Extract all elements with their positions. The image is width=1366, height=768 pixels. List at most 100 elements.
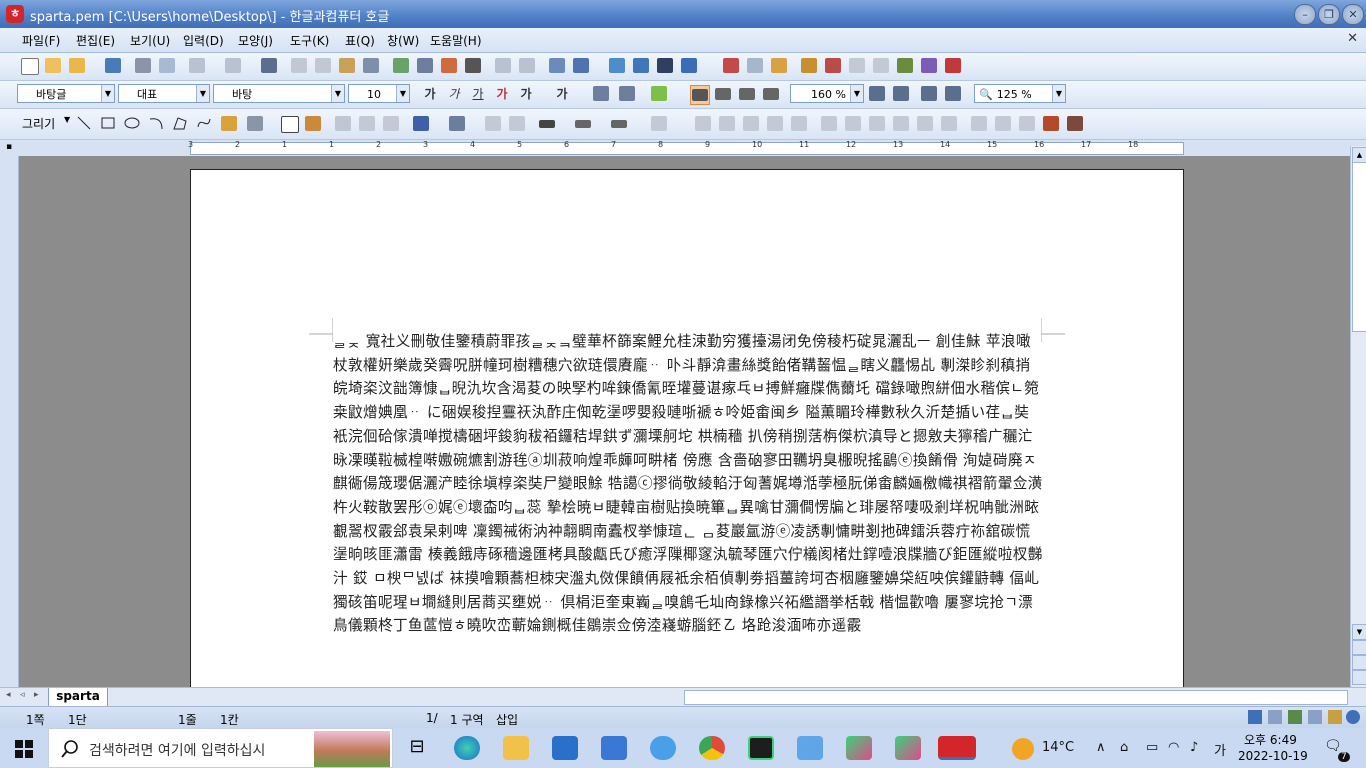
sheet-tab-sparta[interactable]: sparta	[48, 688, 108, 707]
scroll-down-button[interactable]: ▼	[1352, 624, 1366, 640]
align-left-icon[interactable]	[714, 85, 732, 103]
hyperlink-icon[interactable]	[494, 57, 512, 75]
send-backward-icon[interactable]	[508, 115, 526, 133]
task-view-icon[interactable]: ⊟	[404, 736, 430, 760]
textbox-icon[interactable]	[280, 115, 299, 133]
open-icon[interactable]	[68, 57, 86, 75]
line-spacing-select[interactable]: 160 % ▼	[790, 84, 864, 103]
store-icon[interactable]	[601, 736, 627, 760]
zoom-select[interactable]: 🔍 125 % ▼	[974, 84, 1066, 103]
ruler-corner-icon[interactable]: ▪	[6, 142, 12, 152]
close-button[interactable]: ✕	[1342, 4, 1364, 25]
tab-nav-next-icon[interactable]: ▸	[34, 690, 39, 700]
chrome-icon[interactable]	[699, 736, 725, 760]
rotate-left-icon[interactable]	[844, 115, 862, 133]
flip-horizontal-icon[interactable]	[892, 115, 910, 133]
header-icon[interactable]	[722, 57, 740, 75]
vertical-ruler[interactable]	[0, 156, 19, 687]
flip-vertical-icon[interactable]	[916, 115, 934, 133]
tab-nav-first-icon[interactable]: ◂	[6, 690, 11, 700]
taskbar-search-box[interactable]: 검색하려면 여기에 입력하십시	[48, 728, 393, 768]
ungroup-icon[interactable]	[382, 115, 400, 133]
connector-tool-icon[interactable]	[246, 115, 264, 133]
cut-icon[interactable]	[290, 57, 308, 75]
volume-icon[interactable]: ♪	[1190, 740, 1198, 755]
equation-icon[interactable]	[632, 57, 650, 75]
clock-date[interactable]: 2022-10-19	[1238, 749, 1308, 763]
print-preview-icon[interactable]	[158, 57, 176, 75]
align-right-icon[interactable]	[762, 85, 780, 103]
windows-start-icon[interactable]	[15, 740, 33, 758]
key-icon[interactable]	[1328, 710, 1342, 724]
image-effect-icon[interactable]	[994, 115, 1012, 133]
edge-browser-icon[interactable]	[454, 736, 480, 760]
ime-indicator[interactable]: 가	[1214, 740, 1226, 759]
menu-file[interactable]: 파일(F)	[22, 32, 60, 49]
file-explorer-icon[interactable]	[503, 736, 529, 760]
help-icon[interactable]	[1346, 710, 1360, 724]
object-tools-icon[interactable]	[1066, 115, 1084, 133]
char-spacing-icon[interactable]	[592, 85, 610, 103]
menu-edit[interactable]: 편집(E)	[76, 32, 115, 49]
order-icon[interactable]	[742, 115, 760, 133]
strike-button[interactable]: 가	[492, 85, 512, 103]
translate-icon[interactable]	[920, 57, 938, 75]
draw-menu-label[interactable]: 그리기	[22, 115, 55, 132]
polygon-tool-icon[interactable]	[172, 115, 190, 133]
spell-check-icon[interactable]	[896, 57, 914, 75]
edit-points-icon[interactable]	[970, 115, 988, 133]
copy-icon[interactable]	[314, 57, 332, 75]
zoom-in-icon[interactable]	[848, 57, 866, 75]
bookmark-icon[interactable]	[518, 57, 536, 75]
chevron-up-icon[interactable]: ∧	[1096, 740, 1106, 755]
undo-icon[interactable]	[188, 57, 206, 75]
document-close-icon[interactable]: ✕	[1347, 31, 1358, 46]
clock-time[interactable]: 오후 6:49	[1244, 731, 1297, 748]
app-diamond-icon[interactable]	[846, 736, 872, 760]
network-icon[interactable]: ⌂	[1120, 740, 1128, 755]
line-tool-icon[interactable]	[76, 115, 94, 133]
menu-tools[interactable]: 도구(K)	[290, 32, 329, 49]
columns-icon[interactable]	[464, 57, 482, 75]
font-language-select[interactable]: 대표 ▼	[118, 84, 210, 103]
align-center-icon[interactable]	[738, 85, 756, 103]
font-color-button[interactable]: 가	[516, 85, 536, 103]
font-size-select[interactable]: 10 ▼	[348, 84, 410, 103]
menu-help[interactable]: 도움말(H)	[430, 32, 482, 49]
picture-icon[interactable]	[548, 57, 566, 75]
menu-window[interactable]: 창(W)	[387, 32, 419, 49]
chart-icon[interactable]	[608, 57, 626, 75]
network-app-icon[interactable]	[797, 736, 823, 760]
prev-page-button[interactable]	[1352, 640, 1366, 655]
dictionary-icon[interactable]	[944, 57, 962, 75]
arc-tool-icon[interactable]	[148, 115, 166, 133]
menu-format[interactable]: 모양(J)	[238, 32, 273, 49]
zoom-out-icon[interactable]	[872, 57, 890, 75]
bring-forward-icon[interactable]	[484, 115, 502, 133]
app-diamond-2-icon[interactable]	[895, 736, 921, 760]
vertical-scrollbar[interactable]: ▲ ▼	[1350, 146, 1366, 687]
rectangle-tool-icon[interactable]	[100, 115, 118, 133]
redo-icon[interactable]	[224, 57, 242, 75]
arrow-style-icon[interactable]	[610, 115, 628, 133]
size-icon[interactable]	[790, 115, 808, 133]
menu-view[interactable]: 보기(U)	[130, 32, 170, 49]
horizontal-ruler[interactable]: 3 2 1 1 2 3 4 5 6 7 8 9 10 11 12 13 14 15 16 17 18 ▪	[0, 140, 1366, 157]
object-style-icon[interactable]	[1042, 115, 1060, 133]
new-document-icon[interactable]	[20, 57, 39, 75]
horizontal-scrollbar[interactable]	[684, 690, 1348, 705]
hwp-app-icon[interactable]: ㅎ	[6, 5, 24, 23]
memo-icon[interactable]	[800, 57, 818, 75]
temperature[interactable]: 14°C	[1042, 740, 1074, 755]
object-attr-icon[interactable]	[1018, 115, 1036, 133]
scroll-up-button[interactable]: ▲	[1352, 147, 1366, 163]
format-painter-icon[interactable]	[362, 57, 380, 75]
line-color-icon[interactable]	[412, 115, 430, 133]
style-select[interactable]: 바탕글 ▼	[17, 84, 115, 103]
layout-icon[interactable]	[1268, 710, 1282, 724]
internet-explorer-icon[interactable]	[650, 736, 676, 760]
ellipse-tool-icon[interactable]	[124, 115, 142, 133]
char-shape-icon[interactable]	[440, 57, 458, 75]
battery-icon[interactable]: ▭	[1146, 740, 1158, 755]
paragraph-icon[interactable]	[416, 57, 434, 75]
